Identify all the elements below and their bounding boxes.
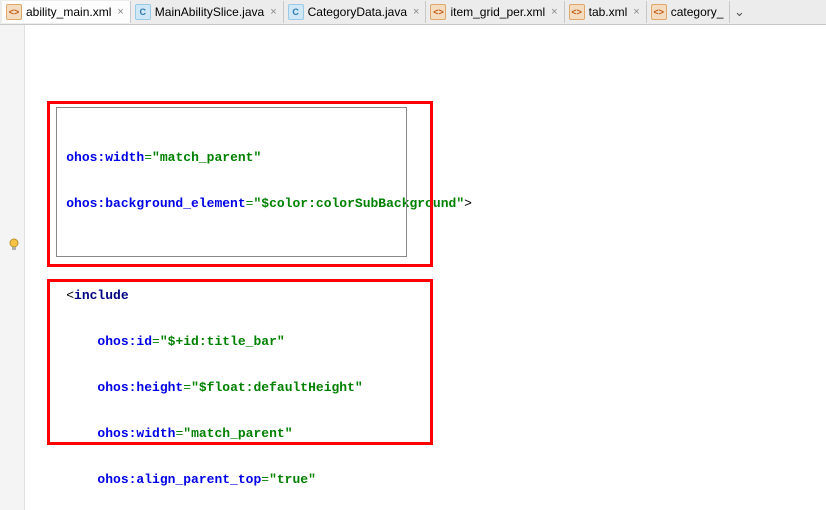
code-line: ohos:height="$float:defaultHeight" (35, 376, 826, 399)
tab-tab[interactable]: <> tab.xml × (565, 1, 647, 23)
code-line (35, 238, 826, 261)
tab-category-data[interactable]: C CategoryData.java × (284, 1, 427, 23)
xml-file-icon: <> (569, 4, 585, 20)
close-icon[interactable]: × (270, 6, 276, 18)
code-line: ohos:align_parent_top="true" (35, 468, 826, 491)
gutter (0, 25, 25, 510)
xml-file-icon: <> (651, 4, 667, 20)
java-file-icon: C (288, 4, 304, 20)
code-editor[interactable]: ohos:width="match_parent" ohos:backgroun… (25, 25, 826, 510)
tab-label: item_grid_per.xml (450, 5, 545, 19)
tab-label: category_ (671, 5, 724, 19)
inner-gray-box (56, 107, 407, 257)
intention-bulb-icon[interactable] (7, 237, 21, 251)
tab-main-ability-slice[interactable]: C MainAbilitySlice.java × (131, 1, 284, 23)
tab-category[interactable]: <> category_ (647, 1, 731, 23)
tab-label: MainAbilitySlice.java (155, 5, 264, 19)
java-file-icon: C (135, 4, 151, 20)
code-line: ohos:width="match_parent" (35, 146, 826, 169)
code-line: ohos:id="$+id:title_bar" (35, 330, 826, 353)
close-icon[interactable]: × (633, 6, 639, 18)
tab-overflow-button[interactable]: ⌄ (730, 5, 748, 20)
close-icon[interactable]: × (117, 6, 123, 18)
editor-tabs-bar: <> ability_main.xml × C MainAbilitySlice.ja… (0, 0, 826, 25)
close-icon[interactable]: × (551, 6, 557, 18)
code-line: <include (35, 284, 826, 307)
xml-file-icon: <> (6, 4, 22, 20)
close-icon[interactable]: × (413, 6, 419, 18)
tab-label: ability_main.xml (26, 5, 111, 19)
xml-file-icon: <> (430, 4, 446, 20)
tab-label: CategoryData.java (308, 5, 407, 19)
code-line: ohos:width="match_parent" (35, 422, 826, 445)
code-line: ohos:background_element="$color:colorSub… (35, 192, 826, 215)
editor-wrap: ohos:width="match_parent" ohos:backgroun… (0, 25, 826, 510)
tab-label: tab.xml (589, 5, 628, 19)
tab-item-grid-per[interactable]: <> item_grid_per.xml × (426, 1, 564, 23)
tab-ability-main[interactable]: <> ability_main.xml × (2, 1, 131, 23)
